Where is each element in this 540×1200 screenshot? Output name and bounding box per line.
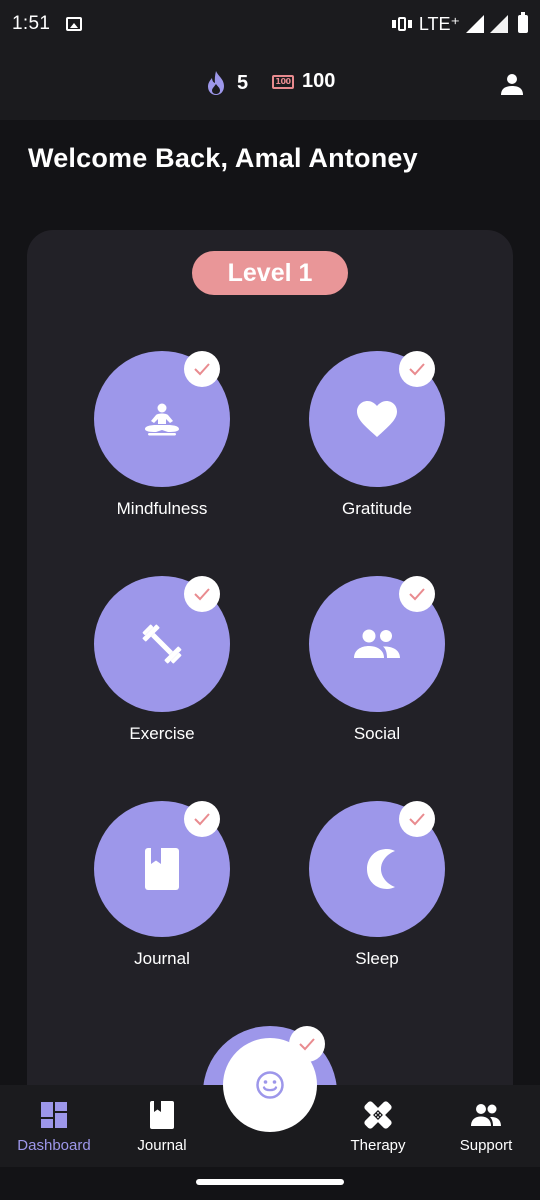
points-counter: 100 100 xyxy=(272,70,335,93)
status-icons: LTE⁺ xyxy=(391,0,528,48)
activity-mindfulness[interactable]: Mindfulness xyxy=(82,351,242,521)
completed-check xyxy=(184,576,220,612)
smiley-icon xyxy=(256,1071,284,1099)
activity-gratitude[interactable]: Gratitude xyxy=(297,351,457,521)
vibrate-icon xyxy=(391,15,413,33)
signal-icon-2 xyxy=(490,15,508,33)
app-bar: 5 100 100 xyxy=(0,48,540,120)
bandage-icon xyxy=(364,1101,392,1129)
activity-label: Mindfulness xyxy=(116,499,208,518)
activity-exercise[interactable]: Exercise xyxy=(82,576,242,746)
completed-check xyxy=(399,576,435,612)
checkmark-icon xyxy=(409,588,425,601)
network-type: LTE⁺ xyxy=(418,13,460,34)
image-notification-icon xyxy=(66,17,83,31)
people-icon xyxy=(471,1104,501,1126)
system-navigation-bar xyxy=(0,1167,540,1200)
heart-icon xyxy=(357,401,397,437)
completed-check xyxy=(399,351,435,387)
nav-label: Journal xyxy=(137,1137,187,1154)
dumbbell-icon xyxy=(142,624,182,664)
nav-label: Dashboard xyxy=(17,1137,91,1154)
completed-check xyxy=(399,801,435,837)
moon-icon xyxy=(367,849,395,889)
activity-label: Gratitude xyxy=(342,499,412,518)
checkmark-icon xyxy=(194,813,210,826)
nav-label: Therapy xyxy=(350,1137,406,1154)
status-time: 1:51 xyxy=(12,13,51,34)
nav-dashboard[interactable]: Dashboard xyxy=(0,1085,108,1167)
fire-icon xyxy=(208,71,224,95)
completed-check xyxy=(184,351,220,387)
book-icon xyxy=(145,848,179,890)
checkmark-icon xyxy=(409,813,425,826)
activity-journal[interactable]: Journal xyxy=(82,801,242,971)
nav-therapy[interactable]: Therapy xyxy=(324,1085,432,1167)
activity-label: Exercise xyxy=(129,724,195,743)
meditation-icon xyxy=(145,403,179,436)
welcome-heading: Welcome Back, Amal Antoney xyxy=(28,143,418,173)
nav-journal[interactable]: Journal xyxy=(108,1085,216,1167)
checkmark-icon xyxy=(409,363,425,376)
dashboard-icon xyxy=(41,1102,67,1128)
nav-support[interactable]: Support xyxy=(432,1085,540,1167)
streak-value: 5 xyxy=(237,71,249,94)
hundred-points-icon: 100 xyxy=(272,74,294,89)
activity-label: Journal xyxy=(134,949,190,968)
activity-label: Sleep xyxy=(355,949,399,968)
completed-check xyxy=(184,801,220,837)
nav-label: Support xyxy=(459,1137,513,1154)
streak-counter: 5 xyxy=(205,70,248,96)
points-value: 100 xyxy=(302,70,336,92)
activity-sleep[interactable]: Sleep xyxy=(297,801,457,971)
checkmark-icon xyxy=(194,588,210,601)
people-icon xyxy=(354,629,400,658)
home-gesture-handle[interactable] xyxy=(196,1179,344,1185)
mood-fab-button[interactable] xyxy=(223,1038,317,1132)
activity-label: Social xyxy=(353,724,401,743)
level-badge: Level 1 xyxy=(192,251,348,295)
checkmark-icon xyxy=(194,363,210,376)
book-icon xyxy=(150,1101,174,1129)
status-bar: 1:51 LTE⁺ xyxy=(0,0,540,48)
profile-icon[interactable] xyxy=(500,72,524,96)
battery-icon xyxy=(518,12,528,33)
activity-social[interactable]: Social xyxy=(297,576,457,746)
signal-icon xyxy=(466,15,484,33)
